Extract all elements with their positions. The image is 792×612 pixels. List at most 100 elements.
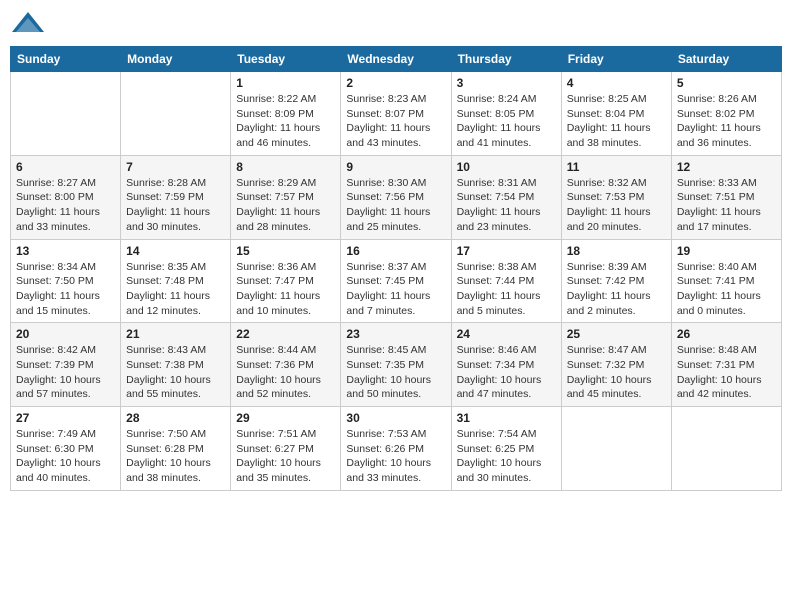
calendar-cell: 16 Sunrise: 8:37 AM Sunset: 7:45 PM Dayli…: [341, 239, 451, 323]
day-number: 29: [236, 411, 335, 425]
day-number: 17: [457, 244, 556, 258]
calendar-header-wednesday: Wednesday: [341, 47, 451, 72]
day-number: 27: [16, 411, 115, 425]
day-info: Sunrise: 8:44 AM Sunset: 7:36 PM Dayligh…: [236, 343, 335, 402]
day-info: Sunrise: 8:47 AM Sunset: 7:32 PM Dayligh…: [567, 343, 666, 402]
calendar-cell: 20 Sunrise: 8:42 AM Sunset: 7:39 PM Dayli…: [11, 323, 121, 407]
calendar-cell: [561, 407, 671, 491]
calendar-week-row: 1 Sunrise: 8:22 AM Sunset: 8:09 PM Daylig…: [11, 72, 782, 156]
day-number: 8: [236, 160, 335, 174]
day-info: Sunrise: 8:36 AM Sunset: 7:47 PM Dayligh…: [236, 260, 335, 319]
calendar-cell: [671, 407, 781, 491]
calendar-cell: 9Sunrise: 8:30 AM Sunset: 7:56 PM Daylig…: [341, 155, 451, 239]
day-number: 12: [677, 160, 776, 174]
calendar-cell: 29 Sunrise: 7:51 AM Sunset: 6:27 PM Dayli…: [231, 407, 341, 491]
day-number: 28: [126, 411, 225, 425]
calendar-cell: 12 Sunrise: 8:33 AM Sunset: 7:51 PM Dayli…: [671, 155, 781, 239]
day-number: 31: [457, 411, 556, 425]
calendar-cell: 24 Sunrise: 8:46 AM Sunset: 7:34 PM Dayli…: [451, 323, 561, 407]
day-number: 4: [567, 76, 666, 90]
page-header: [10, 10, 782, 38]
day-number: 9: [346, 160, 445, 174]
day-info: Sunrise: 8:25 AM Sunset: 8:04 PM Dayligh…: [567, 92, 666, 151]
day-info: Sunrise: 7:54 AM Sunset: 6:25 PM Dayligh…: [457, 427, 556, 486]
day-number: 6: [16, 160, 115, 174]
day-info: Sunrise: 8:46 AM Sunset: 7:34 PM Dayligh…: [457, 343, 556, 402]
day-number: 30: [346, 411, 445, 425]
day-info: Sunrise: 8:48 AM Sunset: 7:31 PM Dayligh…: [677, 343, 776, 402]
day-info: Sunrise: 7:51 AM Sunset: 6:27 PM Dayligh…: [236, 427, 335, 486]
day-number: 11: [567, 160, 666, 174]
day-info: Sunrise: 8:34 AM Sunset: 7:50 PM Dayligh…: [16, 260, 115, 319]
calendar-cell: 28Sunrise: 7:50 AM Sunset: 6:28 PM Dayli…: [121, 407, 231, 491]
calendar-header-tuesday: Tuesday: [231, 47, 341, 72]
calendar-header-monday: Monday: [121, 47, 231, 72]
day-number: 18: [567, 244, 666, 258]
day-number: 20: [16, 327, 115, 341]
calendar-cell: 13 Sunrise: 8:34 AM Sunset: 7:50 PM Dayli…: [11, 239, 121, 323]
calendar-cell: 8 Sunrise: 8:29 AM Sunset: 7:57 PM Daylig…: [231, 155, 341, 239]
day-number: 19: [677, 244, 776, 258]
calendar-cell: 11 Sunrise: 8:32 AM Sunset: 7:53 PM Dayli…: [561, 155, 671, 239]
day-info: Sunrise: 8:40 AM Sunset: 7:41 PM Dayligh…: [677, 260, 776, 319]
calendar-cell: 6Sunrise: 8:27 AM Sunset: 8:00 PM Daylig…: [11, 155, 121, 239]
day-number: 1: [236, 76, 335, 90]
day-info: Sunrise: 8:35 AM Sunset: 7:48 PM Dayligh…: [126, 260, 225, 319]
day-number: 13: [16, 244, 115, 258]
logo-icon: [10, 10, 46, 38]
day-info: Sunrise: 8:22 AM Sunset: 8:09 PM Dayligh…: [236, 92, 335, 151]
calendar-week-row: 27 Sunrise: 7:49 AM Sunset: 6:30 PM Dayli…: [11, 407, 782, 491]
calendar-cell: 18 Sunrise: 8:39 AM Sunset: 7:42 PM Dayli…: [561, 239, 671, 323]
day-number: 7: [126, 160, 225, 174]
day-info: Sunrise: 8:29 AM Sunset: 7:57 PM Dayligh…: [236, 176, 335, 235]
day-info: Sunrise: 8:32 AM Sunset: 7:53 PM Dayligh…: [567, 176, 666, 235]
calendar-cell: 19 Sunrise: 8:40 AM Sunset: 7:41 PM Dayli…: [671, 239, 781, 323]
calendar-cell: 30 Sunrise: 7:53 AM Sunset: 6:26 PM Dayli…: [341, 407, 451, 491]
calendar-cell: 21Sunrise: 8:43 AM Sunset: 7:38 PM Dayli…: [121, 323, 231, 407]
day-number: 2: [346, 76, 445, 90]
day-info: Sunrise: 8:37 AM Sunset: 7:45 PM Dayligh…: [346, 260, 445, 319]
calendar-cell: [11, 72, 121, 156]
day-number: 10: [457, 160, 556, 174]
day-info: Sunrise: 8:31 AM Sunset: 7:54 PM Dayligh…: [457, 176, 556, 235]
day-info: Sunrise: 8:43 AM Sunset: 7:38 PM Dayligh…: [126, 343, 225, 402]
day-number: 5: [677, 76, 776, 90]
calendar-cell: 1 Sunrise: 8:22 AM Sunset: 8:09 PM Daylig…: [231, 72, 341, 156]
calendar-cell: 5 Sunrise: 8:26 AM Sunset: 8:02 PM Daylig…: [671, 72, 781, 156]
calendar-cell: 17Sunrise: 8:38 AM Sunset: 7:44 PM Dayli…: [451, 239, 561, 323]
calendar-cell: 2Sunrise: 8:23 AM Sunset: 8:07 PM Daylig…: [341, 72, 451, 156]
calendar-cell: 4 Sunrise: 8:25 AM Sunset: 8:04 PM Daylig…: [561, 72, 671, 156]
day-number: 14: [126, 244, 225, 258]
calendar-cell: [121, 72, 231, 156]
day-info: Sunrise: 8:24 AM Sunset: 8:05 PM Dayligh…: [457, 92, 556, 151]
day-info: Sunrise: 8:28 AM Sunset: 7:59 PM Dayligh…: [126, 176, 225, 235]
logo: [10, 10, 48, 38]
calendar-table: SundayMondayTuesdayWednesdayThursdayFrid…: [10, 46, 782, 491]
calendar-header-saturday: Saturday: [671, 47, 781, 72]
calendar-cell: 23Sunrise: 8:45 AM Sunset: 7:35 PM Dayli…: [341, 323, 451, 407]
calendar-cell: 15 Sunrise: 8:36 AM Sunset: 7:47 PM Dayli…: [231, 239, 341, 323]
day-info: Sunrise: 8:26 AM Sunset: 8:02 PM Dayligh…: [677, 92, 776, 151]
day-number: 23: [346, 327, 445, 341]
calendar-cell: 3Sunrise: 8:24 AM Sunset: 8:05 PM Daylig…: [451, 72, 561, 156]
day-number: 16: [346, 244, 445, 258]
calendar-cell: 10 Sunrise: 8:31 AM Sunset: 7:54 PM Dayli…: [451, 155, 561, 239]
calendar-week-row: 6Sunrise: 8:27 AM Sunset: 8:00 PM Daylig…: [11, 155, 782, 239]
day-number: 15: [236, 244, 335, 258]
calendar-header-sunday: Sunday: [11, 47, 121, 72]
calendar-cell: 27 Sunrise: 7:49 AM Sunset: 6:30 PM Dayli…: [11, 407, 121, 491]
day-info: Sunrise: 8:42 AM Sunset: 7:39 PM Dayligh…: [16, 343, 115, 402]
calendar-header-friday: Friday: [561, 47, 671, 72]
day-number: 26: [677, 327, 776, 341]
day-info: Sunrise: 8:33 AM Sunset: 7:51 PM Dayligh…: [677, 176, 776, 235]
day-number: 25: [567, 327, 666, 341]
calendar-header-row: SundayMondayTuesdayWednesdayThursdayFrid…: [11, 47, 782, 72]
day-number: 22: [236, 327, 335, 341]
day-info: Sunrise: 8:39 AM Sunset: 7:42 PM Dayligh…: [567, 260, 666, 319]
calendar-week-row: 20 Sunrise: 8:42 AM Sunset: 7:39 PM Dayli…: [11, 323, 782, 407]
day-number: 24: [457, 327, 556, 341]
calendar-cell: 26 Sunrise: 8:48 AM Sunset: 7:31 PM Dayli…: [671, 323, 781, 407]
calendar-header-thursday: Thursday: [451, 47, 561, 72]
day-info: Sunrise: 7:49 AM Sunset: 6:30 PM Dayligh…: [16, 427, 115, 486]
day-info: Sunrise: 7:53 AM Sunset: 6:26 PM Dayligh…: [346, 427, 445, 486]
